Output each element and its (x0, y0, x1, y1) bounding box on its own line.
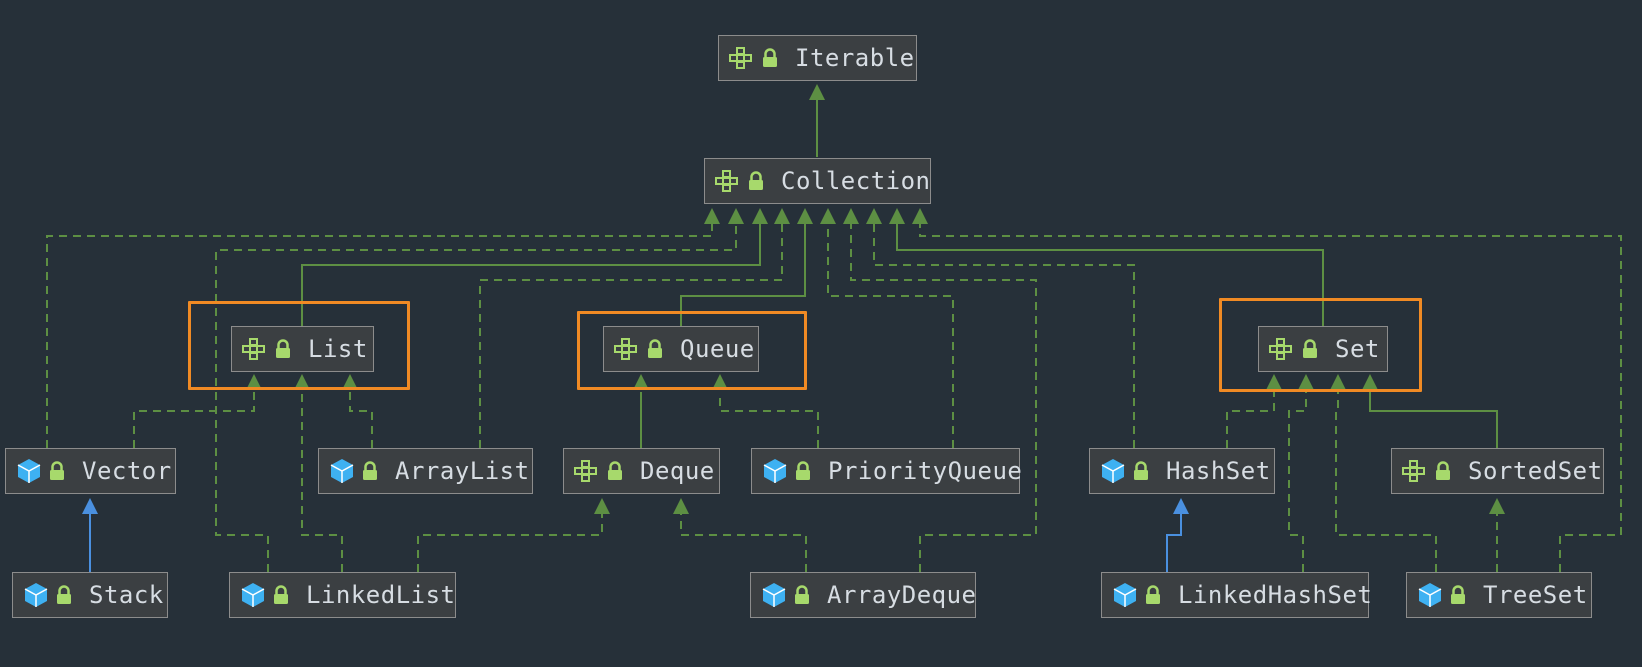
lock-icon (604, 458, 626, 484)
interface-icon (240, 334, 270, 364)
node-label: ArrayList (395, 457, 530, 485)
node-collection[interactable]: Collection (704, 158, 931, 204)
class-icon (14, 456, 44, 486)
lock-icon (644, 336, 666, 362)
edge-hashset-set (1226, 392, 1275, 448)
class-icon (238, 580, 268, 610)
edge-queue-collection (680, 218, 806, 326)
edge-sortedset-set (1369, 392, 1498, 448)
class-icon (1110, 580, 1140, 610)
edge-arraydeque-deque (680, 512, 807, 572)
lock-icon (745, 168, 767, 194)
node-label: Iterable (795, 44, 915, 72)
lock-icon (1130, 458, 1152, 484)
edge-treeset-collection (919, 218, 1622, 572)
node-linkedlist[interactable]: LinkedList (229, 572, 456, 618)
node-label: List (308, 335, 368, 363)
node-sortedset[interactable]: SortedSet (1391, 448, 1604, 494)
node-label: LinkedList (306, 581, 456, 609)
node-label: Collection (781, 167, 931, 195)
class-icon (327, 456, 357, 486)
arrowhead (82, 498, 98, 514)
arrowhead (752, 208, 768, 224)
lock-icon (759, 45, 781, 71)
lock-icon (53, 582, 75, 608)
lock-icon (791, 582, 813, 608)
class-icon (1415, 580, 1445, 610)
class-icon (760, 456, 790, 486)
arrowhead (889, 208, 905, 224)
edge-linkedhashset-set (1288, 392, 1307, 572)
node-label: HashSet (1166, 457, 1271, 485)
node-label: ArrayDeque (827, 581, 977, 609)
edge-hashset-collection (873, 218, 1135, 448)
lock-icon (1447, 582, 1469, 608)
interface-icon (1400, 456, 1430, 486)
arrowhead (1173, 498, 1189, 514)
interface-icon (572, 456, 602, 486)
node-iterable[interactable]: Iterable (718, 35, 917, 81)
class-icon (21, 580, 51, 610)
node-label: TreeSet (1483, 581, 1588, 609)
edge-arraylist-list (349, 392, 373, 448)
node-label: Deque (640, 457, 715, 485)
lock-icon (272, 336, 294, 362)
node-stack[interactable]: Stack (12, 572, 168, 618)
node-label: Set (1335, 335, 1380, 363)
interface-icon (1267, 334, 1297, 364)
node-linkedhashset[interactable]: LinkedHashSet (1101, 572, 1373, 618)
arrowhead (728, 208, 744, 224)
lock-icon (46, 458, 68, 484)
arrowhead (820, 208, 836, 224)
node-label: Stack (89, 581, 164, 609)
edge-arraydeque-collection (850, 218, 1037, 572)
node-hashset[interactable]: HashSet (1089, 448, 1275, 494)
node-set[interactable]: Set (1258, 326, 1388, 372)
lock-icon (792, 458, 814, 484)
edge-linkedhashset-hashset (1166, 512, 1182, 572)
node-vector[interactable]: Vector (5, 448, 176, 494)
node-deque[interactable]: Deque (563, 448, 720, 494)
arrowhead (774, 208, 790, 224)
arrowhead (809, 84, 825, 100)
edge-linkedlist-deque (417, 512, 603, 572)
interface-icon (727, 43, 757, 73)
node-label: LinkedHashSet (1178, 581, 1373, 609)
arrowhead (673, 498, 689, 514)
node-label: Vector (82, 457, 172, 485)
edge-linkedlist-collection (215, 218, 737, 572)
node-queue[interactable]: Queue (603, 326, 759, 372)
lock-icon (359, 458, 381, 484)
edge-priorityqueue-queue (719, 392, 819, 448)
class-icon (759, 580, 789, 610)
class-icon (1098, 456, 1128, 486)
arrowhead (797, 208, 813, 224)
class-hierarchy-diagram: Iterable Collection List Queue Set Vecto… (0, 0, 1642, 667)
lock-icon (1432, 458, 1454, 484)
node-arraylist[interactable]: ArrayList (318, 448, 533, 494)
node-treeset[interactable]: TreeSet (1406, 572, 1592, 618)
node-label: PriorityQueue (828, 457, 1023, 485)
edge-vector-list (133, 392, 255, 448)
arrowhead (704, 208, 720, 224)
node-label: SortedSet (1468, 457, 1603, 485)
node-list[interactable]: List (231, 326, 374, 372)
node-label: Queue (680, 335, 755, 363)
arrowhead (866, 208, 882, 224)
lock-icon (1299, 336, 1321, 362)
arrowhead (594, 498, 610, 514)
edge-priorityqueue-collection (827, 218, 954, 448)
node-arraydeque[interactable]: ArrayDeque (750, 572, 976, 618)
arrowhead (1489, 498, 1505, 514)
lock-icon (1142, 582, 1164, 608)
node-priorityqueue[interactable]: PriorityQueue (751, 448, 1023, 494)
arrowhead (912, 208, 928, 224)
interface-icon (713, 166, 743, 196)
lock-icon (270, 582, 292, 608)
interface-icon (612, 334, 642, 364)
arrowhead (843, 208, 859, 224)
